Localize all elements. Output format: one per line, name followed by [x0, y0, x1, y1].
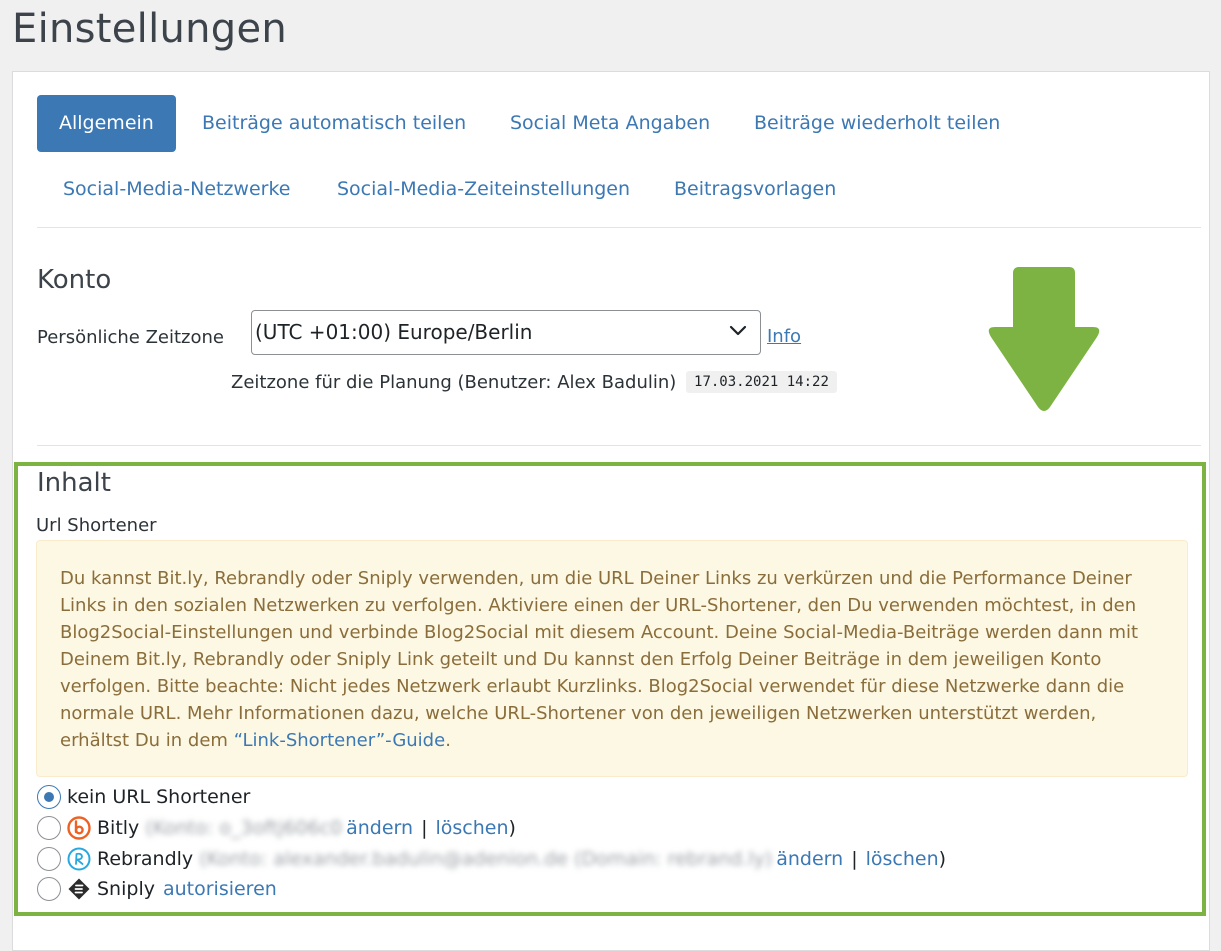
option-sniply-label: Sniply — [97, 878, 155, 900]
sniply-authorize-link[interactable]: autorisieren — [163, 878, 277, 900]
page-title: Einstellungen — [12, 6, 288, 52]
rebrandly-icon — [67, 847, 91, 871]
rebrandly-close-paren: ) — [938, 848, 947, 870]
rebrandly-account-blurred: (Konto: alexander.badulin@adenion.de (Do… — [199, 848, 773, 870]
bitly-icon — [67, 816, 91, 840]
timezone-info-link[interactable]: Info — [767, 326, 801, 347]
timezone-value: (UTC +01:00) Europe/Berlin — [255, 320, 533, 344]
bitly-separator: | — [421, 817, 428, 839]
timezone-select[interactable]: (UTC +01:00) Europe/Berlin — [251, 310, 761, 355]
notice-text: Du kannst Bit.ly, Rebrandly oder Sniply … — [60, 568, 1139, 751]
option-rebrandly: Rebrandly (Konto: alexander.badulin@aden… — [37, 845, 946, 873]
konto-divider — [37, 445, 1201, 446]
url-shortener-notice: Du kannst Bit.ly, Rebrandly oder Sniply … — [36, 540, 1188, 777]
radio-bitly[interactable] — [37, 816, 61, 840]
tab-beitraege-automatisch-teilen[interactable]: Beiträge automatisch teilen — [180, 95, 488, 152]
arrow-down-icon — [988, 267, 1100, 411]
rebrandly-edit-link[interactable]: ändern — [776, 848, 843, 870]
tab-social-media-zeiteinstellungen[interactable]: Social-Media-Zeiteinstellungen — [315, 161, 652, 218]
radio-sniply[interactable] — [37, 877, 61, 901]
bitly-delete-link[interactable]: löschen — [436, 817, 509, 839]
planning-timezone-text: Zeitzone für die Planung (Benutzer: Alex… — [231, 372, 677, 393]
tabs-divider — [37, 227, 1201, 228]
url-shortener-label: Url Shortener — [36, 515, 157, 536]
tab-social-media-netzwerke[interactable]: Social-Media-Netzwerke — [41, 161, 313, 218]
tab-beitragsvorlagen[interactable]: Beitragsvorlagen — [652, 161, 858, 218]
sniply-icon — [68, 878, 90, 900]
option-bitly-label: Bitly — [97, 817, 140, 839]
settings-panel: Allgemein Beiträge automatisch teilen So… — [12, 71, 1210, 951]
link-shortener-guide-link[interactable]: “Link-Shortener”-Guide — [234, 730, 445, 751]
option-kein-url-shortener-label: kein URL Shortener — [67, 786, 251, 808]
inhalt-title: Inhalt — [37, 468, 111, 498]
tab-social-meta-angaben[interactable]: Social Meta Angaben — [488, 95, 732, 152]
option-sniply: Sniply autorisieren — [37, 875, 277, 903]
option-rebrandly-label: Rebrandly — [97, 848, 194, 870]
option-bitly: Bitly (Konto: o_3oftj606c0 ändern | lösc… — [37, 814, 516, 842]
rebrandly-separator: | — [851, 848, 858, 870]
chevron-down-icon — [729, 325, 747, 336]
bitly-account-blurred: (Konto: o_3oftj606c0 — [145, 817, 343, 839]
bitly-edit-link[interactable]: ändern — [346, 817, 413, 839]
notice-end: . — [445, 730, 451, 751]
timezone-label: Persönliche Zeitzone — [37, 327, 224, 348]
tab-beitraege-wiederholt-teilen[interactable]: Beiträge wiederholt teilen — [732, 95, 1022, 152]
bitly-close-paren: ) — [508, 817, 516, 839]
planning-timezone-line: Zeitzone für die Planung (Benutzer: Alex… — [231, 371, 837, 393]
radio-rebrandly[interactable] — [37, 847, 61, 871]
konto-title: Konto — [37, 265, 112, 295]
tab-allgemein[interactable]: Allgemein — [37, 95, 176, 152]
planning-time-badge: 17.03.2021 14:22 — [686, 371, 837, 393]
rebrandly-delete-link[interactable]: löschen — [866, 848, 939, 870]
radio-kein-url-shortener[interactable] — [37, 785, 61, 809]
option-kein-url-shortener: kein URL Shortener — [37, 783, 250, 811]
